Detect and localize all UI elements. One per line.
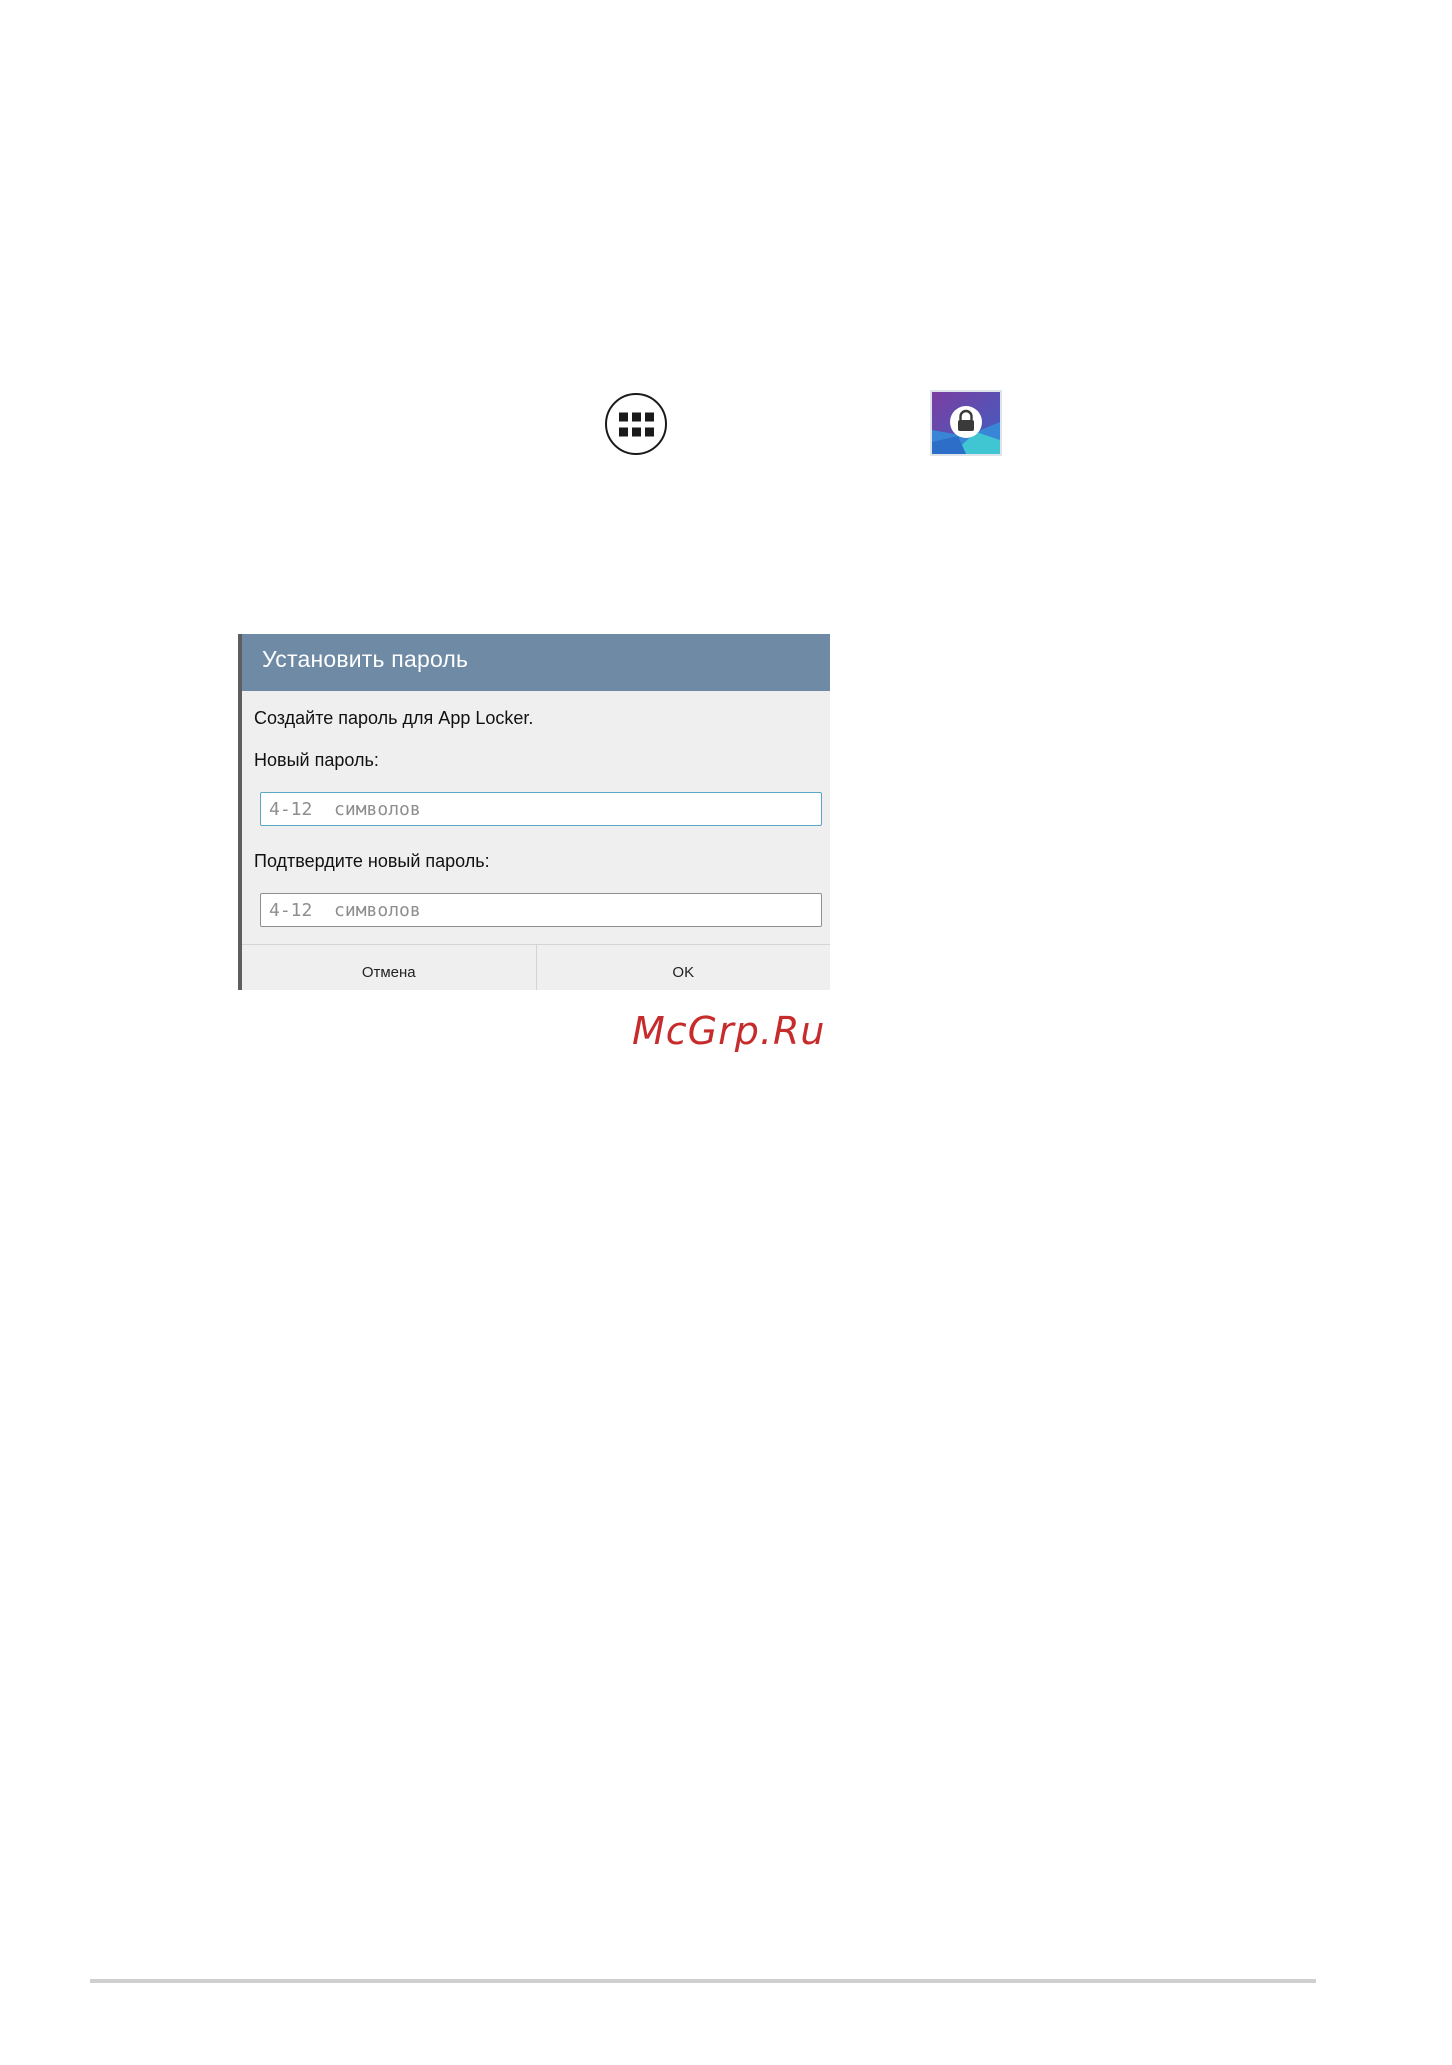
apps-grid-glyph	[618, 411, 654, 438]
watermark-text: McGrp.Ru	[632, 1009, 826, 1053]
app-locker-icon[interactable]	[930, 390, 1002, 456]
ok-button[interactable]: OK	[537, 945, 831, 990]
new-password-input[interactable]	[260, 792, 822, 826]
confirm-password-input[interactable]	[260, 893, 822, 927]
dialog-button-bar: Отмена OK	[242, 944, 830, 990]
dialog-header: Установить пароль	[242, 634, 830, 691]
cancel-button[interactable]: Отмена	[242, 945, 537, 990]
dialog-title: Установить пароль	[262, 646, 469, 672]
dialog-message: Создайте пароль для App Locker.	[254, 708, 534, 728]
set-password-dialog: Установить пароль Создайте пароль для Ap…	[238, 634, 830, 990]
confirm-password-label: Подтвердите новый пароль:	[254, 851, 490, 871]
footer-divider	[90, 1979, 1316, 1983]
all-apps-icon[interactable]	[605, 393, 667, 455]
new-password-label: Новый пароль:	[254, 750, 379, 770]
